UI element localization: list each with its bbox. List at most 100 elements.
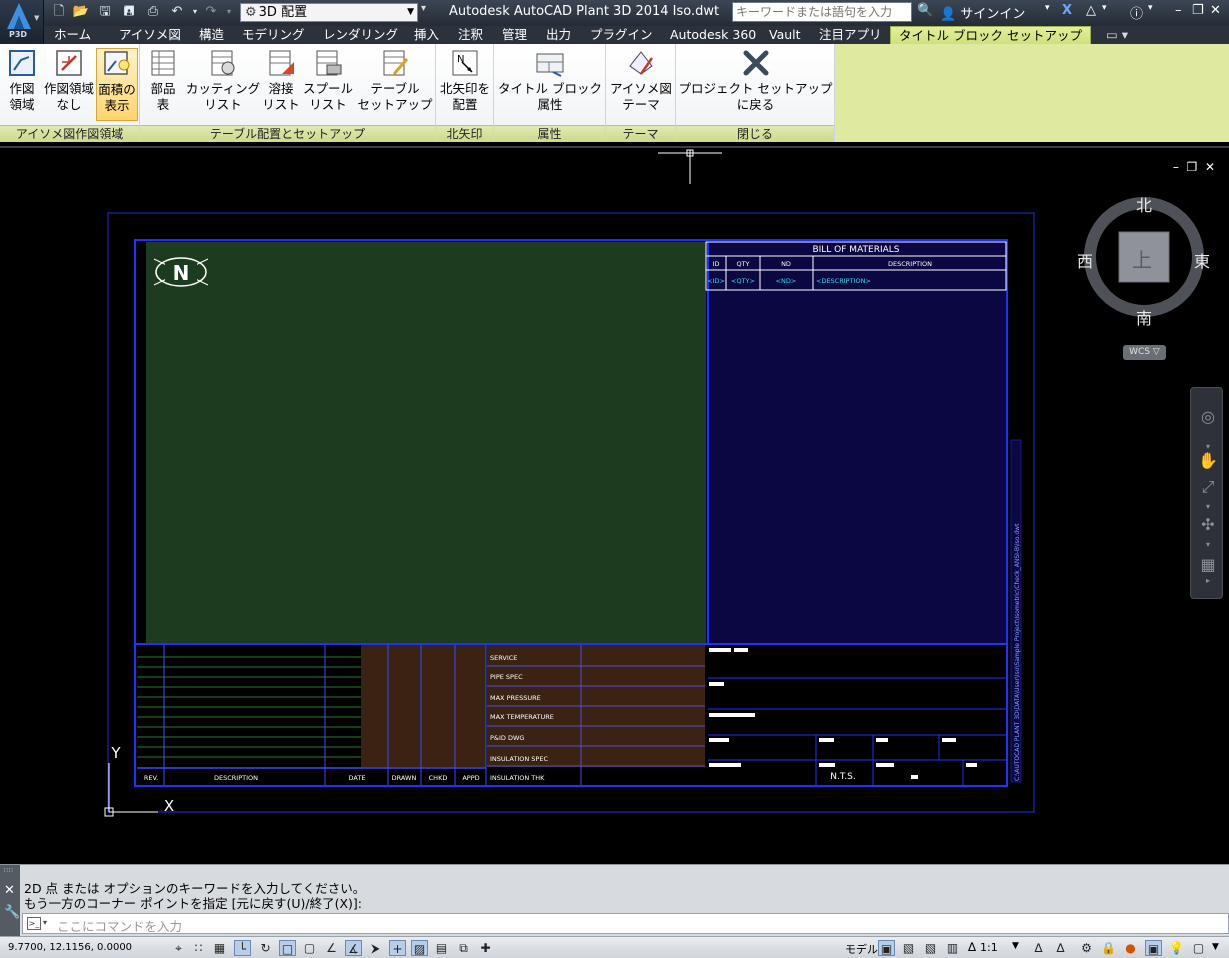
- autodesk-a360-icon[interactable]: △: [1086, 3, 1096, 18]
- help-icon[interactable]: ⓘ: [1130, 3, 1143, 22]
- table-setup-button[interactable]: テーブル セットアップ: [356, 48, 434, 113]
- navbar-customize-icon[interactable]: ▸: [1197, 570, 1219, 592]
- weld-list-button[interactable]: 溶接 リスト: [262, 48, 300, 113]
- layout-1-icon[interactable]: ▧: [900, 940, 917, 956]
- search-input[interactable]: [732, 2, 912, 22]
- print-icon[interactable]: ⎙: [144, 3, 162, 21]
- orbit-dropdown-icon[interactable]: ▾: [1197, 534, 1219, 556]
- show-area-button[interactable]: 面積の 表示: [96, 48, 138, 121]
- drawing-area-button[interactable]: 作図 領域: [3, 48, 41, 113]
- tab-plugins[interactable]: プラグイン: [590, 26, 653, 44]
- minimize-icon[interactable]: –: [1175, 3, 1182, 18]
- signin-dropdown-icon[interactable]: ▾: [1045, 3, 1050, 13]
- lightbulb-icon[interactable]: 💡: [1168, 940, 1185, 956]
- viewcube[interactable]: 北 南 西 東 上: [1077, 192, 1210, 328]
- iso-theme-button[interactable]: アイソメ図 テーマ: [608, 48, 674, 113]
- application-menu-button[interactable]: P3D ▼: [0, 0, 44, 44]
- redo-icon[interactable]: ↷: [202, 3, 220, 21]
- save-icon[interactable]: 🖫: [96, 3, 114, 21]
- command-recent-dropdown-icon[interactable]: ▾: [43, 918, 47, 927]
- annotation-scale-icon[interactable]: ∆: [968, 940, 976, 954]
- viewport-close-icon[interactable]: ✕: [1205, 160, 1215, 174]
- tab-manage[interactable]: 管理: [502, 26, 527, 44]
- ortho-mode-icon[interactable]: └: [234, 940, 251, 956]
- layout-2-icon[interactable]: ▧: [922, 940, 939, 956]
- object-snap-icon[interactable]: □: [279, 940, 296, 956]
- undo-icon[interactable]: ↶: [168, 3, 186, 21]
- transparency-icon[interactable]: ▨: [411, 940, 428, 956]
- new-file-icon[interactable]: 🗋: [50, 3, 68, 21]
- a360-dropdown-icon[interactable]: ▾: [1102, 3, 1107, 13]
- spool-list-button[interactable]: スプール リスト: [302, 48, 354, 113]
- restore-icon[interactable]: ❐: [1192, 3, 1204, 18]
- return-to-project-setup-button[interactable]: プロジェクト セットアップ に戻る: [678, 48, 833, 113]
- tab-rendering[interactable]: レンダリング: [323, 26, 398, 44]
- polar-tracking-icon[interactable]: ↻: [257, 940, 274, 956]
- tab-home[interactable]: ホーム: [54, 26, 91, 44]
- command-input-box[interactable]: >_ ▾ ここにコマンドを入力: [22, 913, 1229, 934]
- tab-insert[interactable]: 挿入: [414, 26, 439, 44]
- infer-constraints-icon[interactable]: ⌖: [170, 940, 187, 956]
- model-space-label[interactable]: モデル: [845, 941, 878, 957]
- redo-dropdown-icon[interactable]: ▾: [220, 3, 238, 21]
- title-block-attributes-button[interactable]: タイトル ブロック 属性: [496, 48, 604, 113]
- tab-isometric[interactable]: アイソメ図: [119, 26, 181, 44]
- status-menu-dropdown-icon[interactable]: ▼: [1212, 942, 1219, 952]
- tab-output[interactable]: 出力: [546, 26, 571, 44]
- annotation-visibility-icon[interactable]: ∆: [1030, 940, 1047, 956]
- save-as-icon[interactable]: 🖪: [120, 3, 138, 21]
- binoculars-icon[interactable]: 🔍: [917, 3, 933, 18]
- selection-cycling-icon[interactable]: ⧉: [455, 940, 472, 956]
- viewcube-west[interactable]: 西: [1077, 248, 1093, 272]
- pan-hand-icon[interactable]: ✋: [1197, 450, 1219, 472]
- grip-icon[interactable]: ∷∷: [4, 867, 14, 874]
- tab-autodesk-360[interactable]: Autodesk 360: [670, 26, 756, 44]
- cut-list-button[interactable]: カッティング リスト: [182, 48, 264, 113]
- qat-customize-icon[interactable]: ▾: [421, 3, 426, 14]
- auto-scale-icon[interactable]: ∆: [1052, 940, 1069, 956]
- zoom-extents-icon[interactable]: ⤢: [1197, 476, 1219, 498]
- viewcube-east[interactable]: 東: [1194, 248, 1210, 272]
- quick-properties-icon[interactable]: ▤: [433, 940, 450, 956]
- isolate-objects-icon[interactable]: ▣: [1145, 940, 1162, 956]
- viewcube-south[interactable]: 南: [1136, 305, 1152, 329]
- grid-display-icon[interactable]: ▦: [211, 940, 228, 956]
- workspace-selector[interactable]: ⚙ 3D 配置 ▼: [240, 3, 418, 22]
- tab-featured-apps[interactable]: 注目アプリ: [819, 26, 882, 44]
- tab-title-block-setup[interactable]: タイトル ブロック セットアップ: [890, 26, 1091, 44]
- quick-view-icon[interactable]: ▥: [944, 940, 961, 956]
- place-north-arrow-button[interactable]: N 北矢印を 配置: [439, 48, 491, 113]
- help-dropdown-icon[interactable]: ▾: [1148, 3, 1153, 13]
- dynamic-input-icon[interactable]: ⮞: [367, 940, 384, 956]
- clean-screen-icon[interactable]: ▢: [1190, 940, 1207, 956]
- dynamic-ucs-icon[interactable]: ∡: [345, 940, 362, 956]
- toolbar-lock-icon[interactable]: 🔒: [1100, 940, 1117, 956]
- tab-modeling[interactable]: モデリング: [242, 26, 305, 44]
- command-line-close-icon[interactable]: ✕: [4, 883, 15, 898]
- scale-dropdown-icon[interactable]: ▼: [1012, 941, 1019, 951]
- no-drawing-area-button[interactable]: 作図領域 なし: [44, 48, 94, 113]
- layout-view-icon[interactable]: ▣: [878, 940, 895, 956]
- wcs-menu[interactable]: WCS ▽: [1123, 345, 1166, 360]
- hardware-acceleration-icon[interactable]: ●: [1122, 940, 1139, 956]
- 3d-object-snap-icon[interactable]: ▢: [301, 940, 318, 956]
- exchange-x-icon[interactable]: X: [1062, 3, 1072, 18]
- open-file-icon[interactable]: 📂: [72, 3, 90, 21]
- tab-annotate[interactable]: 注釈: [458, 26, 483, 44]
- workspace-switch-icon[interactable]: ⚙: [1078, 940, 1095, 956]
- close-icon[interactable]: ✕: [1210, 3, 1221, 18]
- orbit-icon[interactable]: ✣: [1197, 514, 1219, 536]
- ribbon-minimize-icon[interactable]: ▭ ▾: [1106, 26, 1128, 44]
- viewport-minimize-icon[interactable]: –: [1173, 160, 1179, 174]
- drawing-viewport[interactable]: – ❐ ✕: [0, 146, 1229, 862]
- command-line-customize-icon[interactable]: 🔧: [4, 905, 20, 920]
- annotation-scale-label[interactable]: 1:1: [980, 941, 998, 954]
- coordinates-readout[interactable]: 9.7700, 12.1156, 0.0000: [8, 942, 132, 953]
- annotation-monitor-icon[interactable]: ✚: [477, 940, 494, 956]
- steering-wheel-icon[interactable]: ◎: [1197, 406, 1219, 428]
- lineweight-icon[interactable]: +: [389, 940, 406, 956]
- bom-table-button[interactable]: 部品 表: [144, 48, 182, 113]
- viewcube-north[interactable]: 北: [1136, 192, 1152, 216]
- tab-vault[interactable]: Vault: [769, 26, 801, 44]
- signin-button[interactable]: 👤 サインイン: [940, 3, 1025, 22]
